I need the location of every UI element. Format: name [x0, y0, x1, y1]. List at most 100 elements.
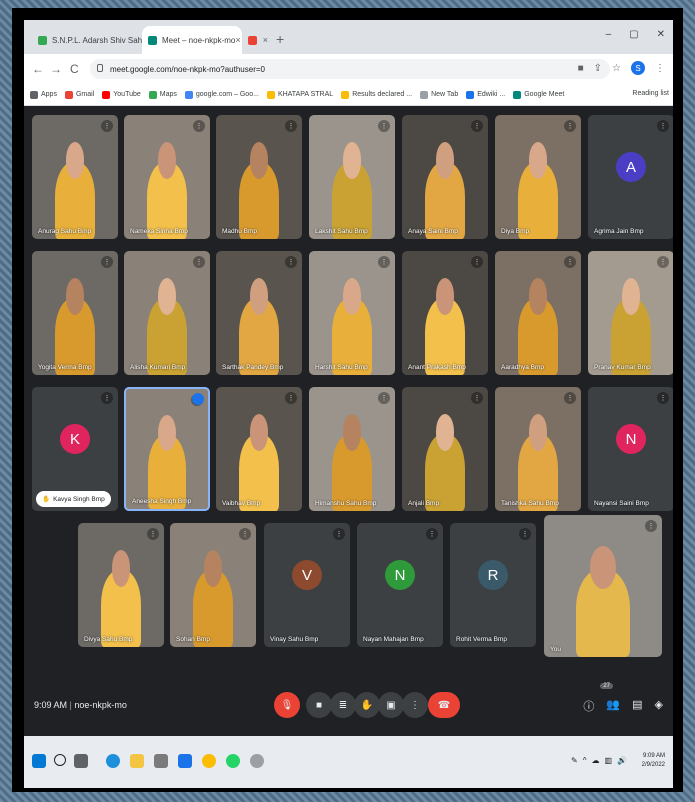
meet-side-controls: ⓘ 👥 ▤ ◈	[583, 698, 663, 714]
end-call-button[interactable]: ☎	[428, 692, 460, 718]
participant-tile[interactable]: ⋮ Diya Bmp	[495, 115, 581, 239]
participant-tile[interactable]: ⋮ Alisha Kumari Bmp	[124, 251, 210, 375]
participant-name: Himanshu Sahu Bmp	[315, 500, 377, 507]
bookmark-apps[interactable]: Apps	[30, 90, 57, 99]
bookmark-gmail[interactable]: Gmail	[64, 90, 94, 99]
chat-icon[interactable]: ▤	[632, 698, 642, 714]
bookmark-label: Apps	[41, 91, 57, 98]
whatsapp-icon[interactable]	[226, 754, 240, 768]
back-button[interactable]: ←	[32, 62, 44, 76]
participant-tile[interactable]: V ⋮ Vinay Sahu Bmp	[264, 523, 350, 647]
menu-dots-icon[interactable]: ⋮	[655, 63, 665, 74]
folder-icon	[341, 90, 350, 99]
participant-tile[interactable]: ⋮ Yogita Verma Bmp	[32, 251, 118, 375]
info-icon[interactable]: ⓘ	[583, 698, 594, 714]
share-icon[interactable]: ⇪	[594, 63, 602, 74]
participant-tile[interactable]: R ⋮ Rohit Verma Bmp	[450, 523, 536, 647]
hand-raised-icon: ✋	[42, 496, 51, 503]
participant-tile[interactable]: ⋮ Pranav Kumar Bmp	[588, 251, 673, 375]
chevron-up-icon[interactable]: ^	[583, 756, 587, 765]
bookmark-google[interactable]: google.com – Goo...	[184, 90, 259, 99]
tab-school[interactable]: S.N.P.L. Adarsh Shiv Sahai ... ×	[32, 26, 142, 54]
participant-tile[interactable]: ⋮ Harshit Sahu Bmp	[309, 251, 395, 375]
participant-tile[interactable]: ⋮ Nameka Sinha Bmp	[124, 115, 210, 239]
present-button[interactable]: ▣	[378, 692, 404, 718]
mail-icon[interactable]	[178, 754, 192, 768]
participant-tile[interactable]: ⋮ Himanshu Sahu Bmp	[309, 387, 395, 511]
meet-icon	[513, 90, 522, 99]
participant-tile[interactable]: N ⋮ Nayan Mahajan Bmp	[357, 523, 443, 647]
participant-tile[interactable]: ⋮ Aaradhya Bmp	[495, 251, 581, 375]
participant-tile[interactable]: ⋮ Sohan Bmp	[170, 523, 256, 647]
start-button[interactable]	[32, 754, 46, 768]
people-icon[interactable]: 👥	[606, 698, 620, 714]
lock-icon	[97, 64, 103, 72]
raise-hand-button[interactable]: ✋	[354, 692, 380, 718]
more-options-button[interactable]: ⋮	[402, 692, 428, 718]
bookmark-maps[interactable]: Maps	[148, 90, 177, 99]
participant-tile[interactable]: ⋮ Anurag Sahu Bmp	[32, 115, 118, 239]
participant-tile[interactable]: N ⋮ Nayansi Saini Bmp	[588, 387, 673, 511]
participant-tile[interactable]: ⋮ Madhu Bmp	[216, 115, 302, 239]
participant-tile[interactable]: K ⋮ ✋ Kavya Singh Bmp	[32, 387, 118, 511]
file-explorer-icon[interactable]	[130, 754, 144, 768]
participant-name: Kavya Singh Bmp	[53, 495, 105, 503]
profile-avatar[interactable]: S	[631, 61, 645, 75]
task-view-icon[interactable]	[74, 754, 88, 768]
participant-tile[interactable]: ⋮ Divya Sahu Bmp	[78, 523, 164, 647]
participant-tile[interactable]: ⋮ Anant Prakash Bmp	[402, 251, 488, 375]
mic-off-icon: 🎙	[280, 699, 294, 711]
participant-tile[interactable]: ⋮ Vaibhav Bmp	[216, 387, 302, 511]
edge-icon[interactable]	[106, 754, 120, 768]
bookmark-label: New Tab	[431, 91, 459, 98]
bookmark-youtube[interactable]: YouTube	[102, 90, 141, 99]
participant-tile[interactable]: ⋮ Anaya Saini Bmp	[402, 115, 488, 239]
forward-button[interactable]: →	[50, 62, 62, 76]
store-icon[interactable]	[154, 754, 168, 768]
bookmark-newtab[interactable]: New Tab	[420, 90, 459, 99]
volume-icon[interactable]: 🔊	[617, 756, 627, 765]
activities-icon[interactable]: ◈	[655, 698, 663, 714]
youtube-icon	[102, 90, 111, 99]
tab-close-icon[interactable]: ×	[263, 35, 268, 45]
address-bar-row: ← → C meet.google.com/noe-nkpk-mo?authus…	[24, 54, 673, 84]
self-view-tile[interactable]: ⋮ You	[544, 515, 662, 657]
taskbar-clock[interactable]: 9:09 AM 2/9/2022	[642, 752, 665, 770]
pen-icon[interactable]: ✎	[571, 756, 578, 765]
pinned-name-pill: ✋ Kavya Singh Bmp	[36, 491, 111, 507]
captions-button[interactable]: ≣	[330, 692, 356, 718]
tab-meet[interactable]: Meet – noe-nkpk-mo ×	[142, 26, 242, 54]
mic-off-button[interactable]: 🎙	[274, 692, 300, 718]
network-icon[interactable]: ▥	[604, 756, 612, 765]
participant-tile[interactable]: ⋮Aneesha Singh Bmp	[124, 387, 210, 511]
cloud-icon[interactable]: ☁	[591, 756, 599, 765]
tab-close-icon[interactable]: ×	[235, 35, 240, 45]
participant-tile[interactable]: A ⋮ Agrima Jain Bmp	[588, 115, 673, 239]
mic-muted-icon: ⋮	[645, 520, 657, 532]
restore-button[interactable]: ▢	[629, 29, 638, 40]
participant-name: Harshit Sahu Bmp	[315, 364, 368, 371]
new-tab-button[interactable]: +	[276, 31, 284, 47]
reload-button[interactable]: C	[70, 62, 79, 76]
participant-tile[interactable]: ⋮ Anjali Bmp	[402, 387, 488, 511]
camera-button[interactable]: ■	[306, 692, 332, 718]
participant-tile[interactable]: ⋮ Tanishka Sahu Bmp	[495, 387, 581, 511]
bookmark-edwiki[interactable]: Edwiki ...	[466, 90, 505, 99]
tab-other[interactable]: ×	[242, 26, 274, 54]
chrome-icon[interactable]	[202, 754, 216, 768]
close-window-button[interactable]: ✕	[657, 29, 665, 40]
bookmark-khatapa[interactable]: KHATAPA STRAL	[266, 90, 333, 99]
search-icon[interactable]	[54, 754, 66, 766]
tab-label: Meet – noe-nkpk-mo	[162, 35, 236, 45]
camera-indicator-icon[interactable]: ■	[578, 63, 584, 74]
bookmark-meet[interactable]: Google Meet	[513, 90, 564, 99]
bookmark-results[interactable]: Results declared ...	[341, 90, 412, 99]
bookmark-star-icon[interactable]: ☆	[612, 63, 621, 74]
minimize-button[interactable]: –	[606, 29, 612, 40]
participant-tile[interactable]: ⋮ Sarthak Pandey Bmp	[216, 251, 302, 375]
participant-tile[interactable]: ⋮ Lakshit Sahu Bmp	[309, 115, 395, 239]
app-icon[interactable]	[250, 754, 264, 768]
url-field[interactable]: meet.google.com/noe-nkpk-mo?authuser=0	[90, 59, 610, 79]
reading-list-button[interactable]: Reading list	[632, 90, 669, 97]
participant-name: Sohan Bmp	[176, 636, 210, 643]
